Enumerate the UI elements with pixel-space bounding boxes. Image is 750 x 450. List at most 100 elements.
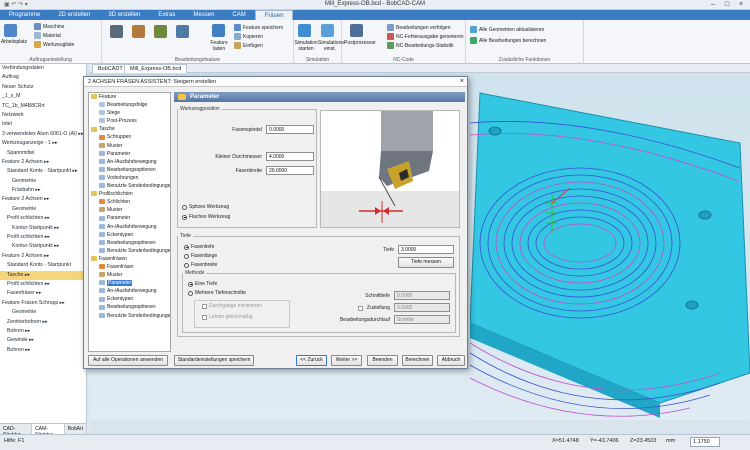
cam-tree-item[interactable]: Profil schlichten ▸▸ [0, 214, 86, 223]
tab-cad-struktur[interactable]: CAD-Struktur [0, 424, 33, 438]
arbeitsplatz-button[interactable]: Arbeitsplatz [0, 39, 28, 45]
postprocessor-button[interactable]: Postprozessor [344, 40, 376, 46]
cam-tree-item[interactable]: Kontur-Startpunkt ▸▸ [0, 224, 86, 233]
cam-tree-item[interactable]: Profil schlichten ▸▸ [0, 233, 86, 242]
save-defaults-button[interactable]: Standardeinstellungen speichern [174, 355, 254, 366]
update-geometry-button[interactable]: Alle Geometrien aktualisieren [470, 26, 544, 33]
copy-button[interactable]: Kopieren [234, 33, 263, 40]
tip-input[interactable] [266, 125, 314, 134]
cam-tree-item[interactable]: Geometrie [0, 177, 86, 186]
wizard-tree-item[interactable]: An-/Ausfahrbewegung [89, 287, 170, 295]
pass-input[interactable] [394, 315, 450, 324]
feature-drill-icon[interactable] [132, 25, 145, 38]
menu-tab[interactable]: Extras [149, 10, 184, 20]
menu-tab[interactable]: CAM [223, 10, 254, 20]
material-button[interactable]: Material [34, 32, 61, 39]
radio-chamfer-width[interactable]: Fasenbreite [184, 262, 217, 268]
nc-error-button[interactable]: NC-Fehlerausgabe generieren [387, 33, 464, 40]
radio-multi-depth[interactable]: Mehrere Tiefenschnitte [188, 290, 246, 296]
3d-viewport[interactable] [470, 73, 750, 434]
radio-sharp-tool[interactable]: Spitzes Werkzeug [182, 204, 229, 210]
cam-tree-item[interactable]: Feature 2 Achsen ▸▸ [0, 158, 86, 167]
simulation-start-icon[interactable] [298, 24, 311, 37]
doc-tab-mill-express[interactable]: Mill_Express-OB.bcd [124, 64, 188, 73]
cam-tree-item[interactable]: Feature 2 Achsen ▸▸ [0, 252, 86, 261]
check-last-even[interactable]: Letzter gleichmäßig [202, 314, 253, 320]
cut-depth-input[interactable] [394, 291, 450, 300]
wizard-tree-item[interactable]: Benutzte Sonderbedingungen [89, 312, 170, 320]
finish-button[interactable]: Beenden [367, 355, 398, 366]
min-diameter-input[interactable] [266, 152, 314, 161]
cam-tree-item[interactable]: Bohren ▸▸ [0, 346, 86, 355]
cam-tree-item[interactable]: Standard Konts - Startpunkt ▸▸ [0, 167, 86, 176]
wizard-tree-item[interactable]: An-/Ausfahrbewegung [89, 223, 170, 231]
postprocessor-icon[interactable] [350, 24, 363, 37]
feature-2axis-icon[interactable] [110, 25, 123, 38]
cam-tree-item[interactable]: Spannmittel [0, 149, 86, 158]
cam-tree-item[interactable]: Tasche ▸▸ [0, 270, 86, 280]
cam-tree-item[interactable]: Zentrierbohren ▸▸ [0, 318, 86, 327]
next-button[interactable]: Weiter >> [331, 355, 362, 366]
tab-cam-struktur[interactable]: CAM-Struktur [32, 424, 65, 438]
cam-tree-item[interactable]: TC_1b_M4B8CRrt [0, 102, 86, 111]
menu-tab[interactable]: Messen [184, 10, 223, 20]
wizard-tree-item[interactable]: Fasenfräser [89, 263, 170, 271]
wizard-tree-item[interactable]: Parameter [89, 214, 170, 222]
nc-stats-button[interactable]: NC-Bearbeitungs-Statistik [387, 42, 454, 49]
wizard-tree-item[interactable]: Post-Prozess [89, 117, 170, 125]
back-button[interactable]: << Zurück [296, 355, 327, 366]
menu-tab[interactable]: Programme [0, 10, 49, 20]
wizard-tree-item[interactable]: Schlichten [89, 198, 170, 206]
wizard-tree-item[interactable]: Bearbeitungsfolge [89, 101, 170, 109]
cam-tree-item[interactable]: Bohren ▸▸ [0, 327, 86, 336]
cam-tree-item[interactable]: Neuer Schutz [0, 83, 86, 92]
menu-tab[interactable]: 3D erstellen [99, 10, 149, 20]
menu-tab[interactable]: Fräsen [254, 10, 294, 20]
cam-tree-item[interactable]: Auftrag [0, 73, 86, 82]
radio-chamfer-depth[interactable]: Fasentiefe [184, 244, 214, 250]
radio-chamfer-length[interactable]: Fasenlänge [184, 253, 217, 259]
cam-tree-item[interactable]: Verbindungsdaten [0, 64, 86, 73]
wizard-tree-item[interactable]: Benutzte Sonderbedingungen [89, 247, 170, 255]
cam-tree-item[interactable]: Fasenfräser ▸▸ [0, 289, 86, 298]
wizard-tree-item[interactable]: Parameter [89, 279, 170, 287]
wizard-tree-item[interactable]: Tasche [89, 125, 170, 133]
cam-tree-item[interactable]: Kontur-Startpunkt ▸▸ [0, 242, 86, 251]
compute-all-button[interactable]: Alle Bearbeitungen berechnen [470, 37, 546, 44]
toollist-button[interactable]: Werkzeugliste [34, 41, 74, 48]
wizard-tree-item[interactable]: Eckentypen [89, 295, 170, 303]
wizard-tree-item[interactable]: Feature [89, 93, 170, 101]
feed-input[interactable] [394, 303, 450, 312]
feature-3axis-icon[interactable] [154, 25, 167, 38]
cam-tree-item[interactable]: _1_x_M [0, 92, 86, 101]
wizard-tree-item[interactable]: An-/Ausfahrbewegung [89, 158, 170, 166]
cam-tree-item[interactable]: Standard Konts - Startpunkt [0, 261, 86, 270]
wizard-tree-item[interactable]: Muster [89, 206, 170, 214]
dialog-close-icon[interactable]: × [460, 77, 464, 87]
wizard-tree-item[interactable]: Bearbeitungsoptionen [89, 166, 170, 174]
radio-flat-tool[interactable]: Flaches Werkzeug [182, 214, 230, 220]
feature-load-button[interactable]: Feature laden [206, 40, 232, 52]
wizard-tree-item[interactable]: Schruppen [89, 133, 170, 141]
wizard-tree-item[interactable]: Parameter [89, 150, 170, 158]
feature-4axis-icon[interactable] [176, 25, 189, 38]
chamfer-width-input[interactable] [266, 166, 314, 175]
feature-load-icon[interactable] [212, 24, 225, 37]
wizard-tree-item[interactable]: Benutzte Sonderbedingungen [89, 182, 170, 190]
simulation-settings-button[interactable]: Simulations-einst. [318, 40, 346, 52]
wizard-tree-item[interactable]: Bearbeitungsoptionen [89, 239, 170, 247]
tolerance-field[interactable]: 1.1750 [690, 437, 720, 447]
cam-tree-item[interactable]: Geometrie [0, 308, 86, 317]
compute-button[interactable]: Berechnen [402, 355, 433, 366]
wizard-tree-item[interactable]: Fasenfräsen [89, 255, 170, 263]
menu-tab[interactable]: 2D erstellen [49, 10, 99, 20]
depth-input[interactable] [398, 245, 454, 254]
close-icon[interactable]: × [734, 0, 748, 9]
wizard-tree-item[interactable]: Profilschlichten [89, 190, 170, 198]
paste-button[interactable]: Einfügen [234, 42, 263, 49]
cam-tree-item[interactable]: 3 verwendetes Alum 6061-O (Al) ▸▸ [0, 130, 86, 139]
cam-tree-item[interactable]: Intel [0, 120, 86, 129]
apply-all-button[interactable]: Auf alle Operationen anwenden [88, 355, 168, 366]
tab-bobart[interactable]: BobArt [65, 424, 87, 434]
cam-tree-item[interactable]: Werkzeuganzeige - 1 ▸▸ [0, 139, 86, 148]
